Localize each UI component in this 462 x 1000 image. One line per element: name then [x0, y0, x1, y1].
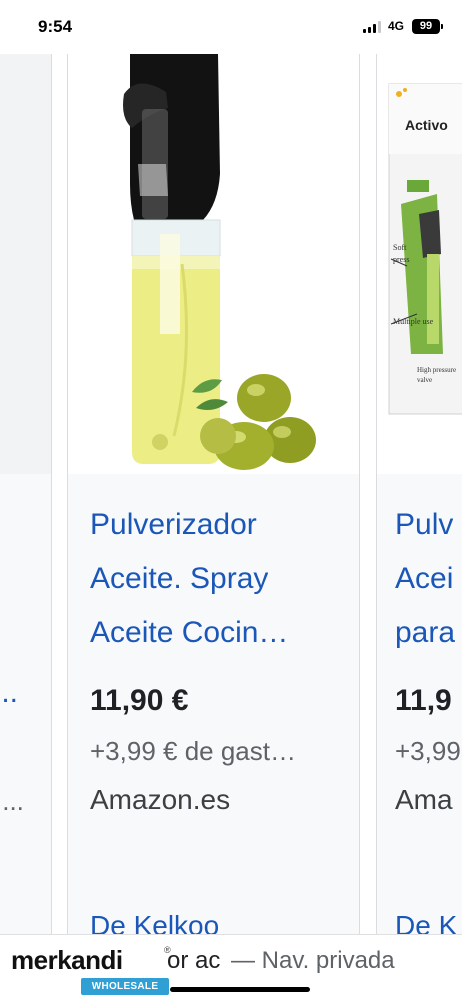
product-info-left: ... :...: [0, 474, 51, 934]
private-mode-label: — Nav. privada: [231, 947, 395, 974]
status-time: 9:54: [38, 17, 73, 36]
product-source-link-right[interactable]: De K: [395, 910, 457, 934]
battery-icon: 99: [412, 19, 443, 34]
product-shipping: +3,99 € de gast…: [90, 736, 296, 766]
activo-brand-text: Activo: [405, 117, 448, 133]
product-image-main[interactable]: [68, 54, 359, 474]
svg-text:Multiple use: Multiple use: [393, 317, 434, 326]
product-store-right[interactable]: Ama: [395, 784, 453, 816]
product-title-fragment-right-2[interactable]: Acei: [395, 552, 453, 606]
svg-text:valve: valve: [417, 376, 432, 384]
product-source-link[interactable]: De Kelkoo: [90, 910, 219, 934]
home-indicator[interactable]: [170, 987, 310, 992]
product-info-main: Pulverizador Aceite. Spray Aceite Cocin……: [68, 474, 359, 934]
svg-text:press: press: [393, 255, 409, 264]
activo-box-image: Soft press Multiple use High pressure va…: [388, 83, 462, 415]
network-type: 4G: [388, 19, 405, 33]
oil-sprayer-image: [123, 54, 316, 470]
svg-text:Soft: Soft: [393, 243, 407, 252]
merkandi-logo[interactable]: merkandi ® WHOLESALE: [11, 945, 171, 995]
product-title-fragment-right-3[interactable]: para: [395, 606, 455, 660]
logo-wholesale-badge: WHOLESALE: [81, 978, 169, 995]
product-price-right: 11,9: [395, 684, 452, 717]
logo-wordmark: merkandi: [11, 945, 123, 975]
product-image-left[interactable]: [0, 54, 51, 474]
product-image-right[interactable]: Soft press Multiple use High pressure va…: [377, 54, 462, 474]
signal-icon: [363, 21, 383, 33]
product-title-fragment-right-1[interactable]: Pulv: [395, 498, 453, 552]
status-bar: 9:54 4G 99: [0, 0, 462, 54]
product-shipping-fragment-left: :...: [0, 786, 24, 816]
product-price: 11,90 €: [90, 684, 189, 717]
product-card-left[interactable]: ... :...: [0, 54, 52, 934]
url-fragment[interactable]: or ac: [167, 947, 220, 975]
product-title-line-1[interactable]: Pulverizador: [90, 498, 257, 552]
product-shipping-right: +3,99: [395, 736, 461, 766]
product-card-right[interactable]: Soft press Multiple use High pressure va…: [376, 54, 462, 934]
product-title-line-3[interactable]: Aceite Cocin…: [90, 606, 288, 660]
svg-text:High pressure: High pressure: [417, 366, 456, 374]
product-store[interactable]: Amazon.es: [90, 784, 230, 816]
product-title-fragment-left[interactable]: ...: [0, 666, 18, 720]
product-carousel[interactable]: ... :...: [0, 54, 462, 934]
product-title-line-2[interactable]: Aceite. Spray: [90, 552, 268, 606]
product-info-right: Pulv Acei para 11,9 +3,99 Ama De K: [377, 474, 462, 934]
product-card-main[interactable]: Pulverizador Aceite. Spray Aceite Cocin……: [67, 54, 360, 934]
